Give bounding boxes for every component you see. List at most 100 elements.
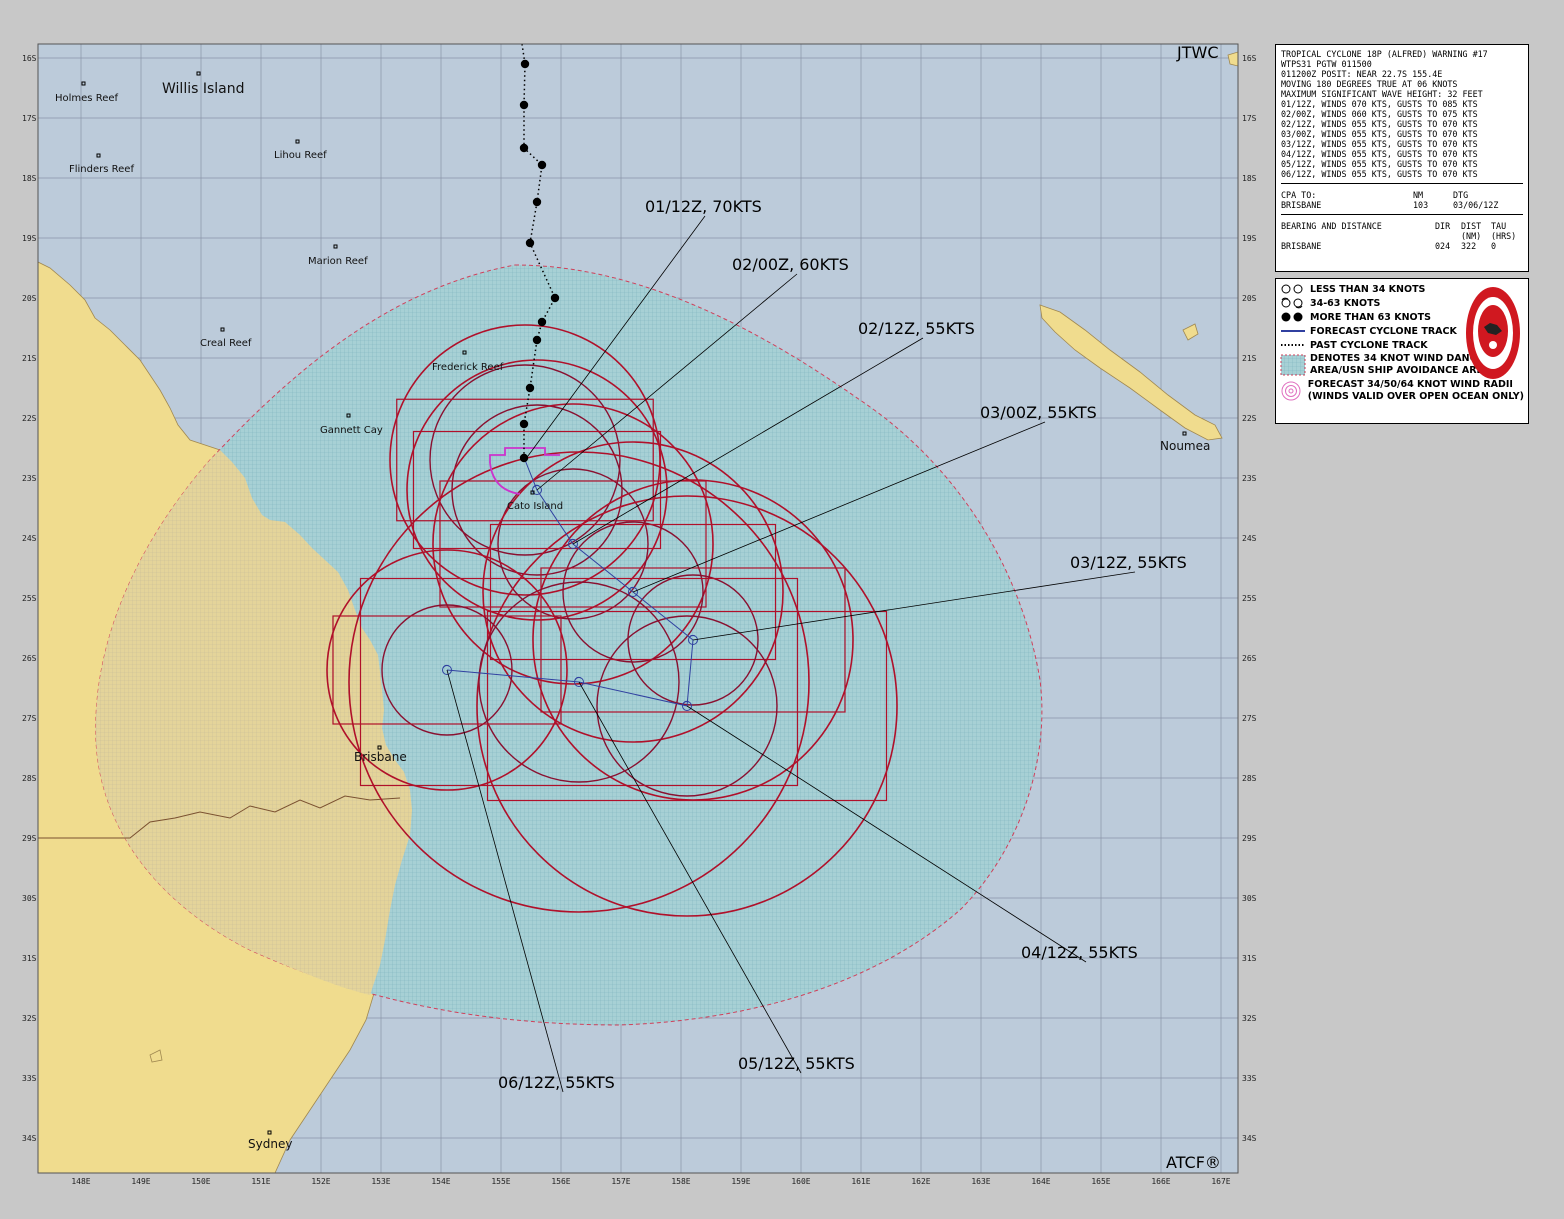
lat-tick-label: 22S — [1242, 414, 1257, 423]
forecast-label-03-12z: 03/12Z, 55KTS — [1070, 553, 1187, 572]
lat-tick-label: 30S — [1242, 894, 1257, 903]
past-position-marker — [519, 143, 529, 153]
forecast-label-02-12z: 02/12Z, 55KTS — [858, 319, 975, 338]
place-gannett-cay: Gannett Cay — [320, 425, 383, 436]
warning-line: 03/12Z, WINDS 055 KTS, GUSTS TO 070 KTS — [1281, 139, 1478, 149]
lon-tick-label: 151E — [251, 1177, 270, 1186]
lat-tick-label: 23S — [22, 474, 37, 483]
bearing-tau-unit: (HRS) — [1491, 231, 1517, 241]
lat-tick-label: 32S — [22, 1014, 37, 1023]
cpa-label: CPA TO: — [1281, 190, 1317, 200]
lon-tick-label: 165E — [1091, 1177, 1110, 1186]
lat-tick-label: 31S — [22, 954, 37, 963]
legend-label: 34-63 KNOTS — [1310, 297, 1381, 309]
bearing-place: BRISBANE — [1281, 241, 1322, 251]
lon-tick-label: 152E — [311, 1177, 330, 1186]
bearing-table: BEARING AND DISTANCE DIR DIST TAU (NM) (… — [1281, 221, 1516, 251]
legend-label-2: (WINDS VALID OVER OPEN OCEAN ONLY) — [1307, 391, 1524, 402]
map-legend: LESS THAN 34 KNOTS 34-63 KNOTS MORE THAN… — [1275, 278, 1529, 424]
forecast-label-04-12z: 04/12Z, 55KTS — [1021, 943, 1138, 962]
past-position-marker — [525, 238, 535, 248]
place-noumea: Noumea — [1160, 439, 1210, 453]
past-position-marker — [537, 317, 547, 327]
lat-tick-label: 29S — [1242, 834, 1257, 843]
high-wind-symbol-icon — [1280, 310, 1310, 324]
past-track-line-icon — [1280, 338, 1310, 352]
lon-tick-label: 153E — [371, 1177, 390, 1186]
legend-label: MORE THAN 63 KNOTS — [1310, 311, 1431, 323]
lat-tick-label: 34S — [1242, 1134, 1257, 1143]
past-position-marker — [532, 335, 542, 345]
place-marion-reef: Marion Reef — [308, 256, 368, 267]
lat-tick-label: 25S — [22, 594, 37, 603]
lat-tick-label: 24S — [1242, 534, 1257, 543]
warning-line: 02/12Z, WINDS 055 KTS, GUSTS TO 070 KTS — [1281, 119, 1478, 129]
lat-tick-label: 33S — [1242, 1074, 1257, 1083]
legend-label: LESS THAN 34 KNOTS — [1310, 283, 1426, 295]
danger-area-swatch-icon — [1280, 354, 1310, 376]
warning-line: 05/12Z, WINDS 055 KTS, GUSTS TO 070 KTS — [1281, 159, 1478, 169]
bearing-dir: 024 — [1435, 241, 1451, 251]
warning-line: 011200Z POSIT: NEAR 22.7S 155.4E — [1281, 69, 1443, 79]
lat-tick-label: 33S — [22, 1074, 37, 1083]
lat-tick-label: 34S — [22, 1134, 37, 1143]
lon-tick-label: 167E — [1211, 1177, 1230, 1186]
bearing-label: BEARING AND DISTANCE — [1281, 221, 1382, 231]
lon-tick-label: 163E — [971, 1177, 990, 1186]
lat-tick-label: 23S — [1242, 474, 1257, 483]
warning-line: WTPS31 PGTW 011500 — [1281, 59, 1372, 69]
past-position-marker — [537, 160, 547, 170]
wind-radii-icon — [1280, 381, 1308, 401]
lat-tick-label: 20S — [1242, 294, 1257, 303]
past-position-marker — [550, 293, 560, 303]
lat-tick-label: 19S — [22, 234, 37, 243]
lat-tick-label: 20S — [22, 294, 37, 303]
lat-tick-label: 21S — [1242, 354, 1257, 363]
lat-tick-label: 30S — [22, 894, 37, 903]
legend-label: PAST CYCLONE TRACK — [1310, 339, 1428, 351]
past-position-marker — [519, 100, 529, 110]
cpa-nm: 103 — [1413, 200, 1429, 210]
bearing-dist-unit: (NM) — [1461, 231, 1482, 241]
lat-tick-label: 17S — [22, 114, 37, 123]
lon-tick-label: 162E — [911, 1177, 930, 1186]
warning-info-panel: TROPICAL CYCLONE 18P (ALFRED) WARNING #1… — [1275, 44, 1529, 272]
lon-tick-label: 156E — [551, 1177, 570, 1186]
warning-text-lines: TROPICAL CYCLONE 18P (ALFRED) WARNING #1… — [1281, 49, 1523, 179]
lat-tick-label: 16S — [1242, 54, 1257, 63]
divider — [1281, 183, 1523, 184]
cpa-table: CPA TO: NM DTG BRISBANE 103 03/06/12Z — [1281, 190, 1498, 210]
lon-tick-label: 154E — [431, 1177, 450, 1186]
bearing-dist-header: DIST — [1461, 221, 1482, 231]
lon-tick-label: 166E — [1151, 1177, 1170, 1186]
lon-tick-label: 149E — [131, 1177, 150, 1186]
warning-line: 02/00Z, WINDS 060 KTS, GUSTS TO 075 KTS — [1281, 109, 1478, 119]
lat-tick-label: 21S — [22, 354, 37, 363]
warning-line: 01/12Z, WINDS 070 KTS, GUSTS TO 085 KTS — [1281, 99, 1478, 109]
place-creal-reef: Creal Reef — [200, 338, 252, 349]
bearing-tau: 0 — [1491, 241, 1497, 251]
low-wind-symbol-icon — [1280, 282, 1310, 296]
lon-tick-label: 160E — [791, 1177, 810, 1186]
place-flinders-reef: Flinders Reef — [69, 164, 134, 175]
lat-tick-label: 17S — [1242, 114, 1257, 123]
lat-tick-label: 18S — [1242, 174, 1257, 183]
warning-line: MOVING 180 DEGREES TRUE AT 06 KNOTS — [1281, 79, 1458, 89]
past-position-marker — [525, 383, 535, 393]
warning-line: 03/00Z, WINDS 055 KTS, GUSTS TO 070 KTS — [1281, 129, 1478, 139]
lat-tick-label: 24S — [22, 534, 37, 543]
forecast-label-05-12z: 05/12Z, 55KTS — [738, 1054, 855, 1073]
lat-tick-label: 27S — [1242, 714, 1257, 723]
lat-tick-label: 18S — [22, 174, 37, 183]
lat-tick-label: 26S — [22, 654, 37, 663]
atcf-label: ATCF® — [1166, 1153, 1221, 1172]
longitude-labels: 148E 149E 150E 151E 152E 153E 154E 155E 156E 157E… — [71, 1177, 1230, 1186]
forecast-label-06-12z: 06/12Z, 55KTS — [498, 1073, 615, 1092]
lat-tick-label: 28S — [22, 774, 37, 783]
forecast-label-01-12z: 01/12Z, 70KTS — [645, 197, 762, 216]
cpa-dtg: 03/06/12Z — [1453, 200, 1499, 210]
bearing-dist: 322 — [1461, 241, 1477, 251]
jtwc-seal-icon — [1466, 287, 1520, 379]
cpa-place: BRISBANE — [1281, 200, 1322, 210]
lon-tick-label: 148E — [71, 1177, 90, 1186]
